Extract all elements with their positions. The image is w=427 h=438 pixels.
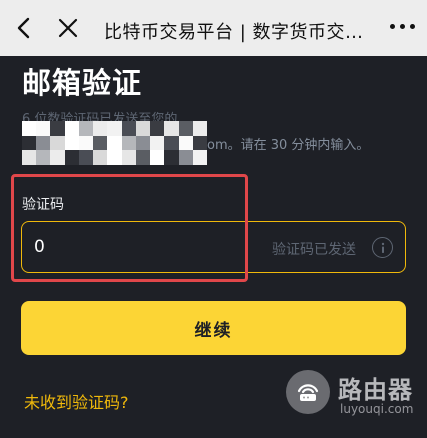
- watermark: 路由器 luyouqi.com: [286, 362, 416, 422]
- highlight-annotation: [11, 174, 248, 282]
- watermark-name: 路由器: [338, 376, 413, 404]
- resend-code-link[interactable]: 未收到验证码?: [24, 389, 129, 413]
- router-logo-icon: [286, 370, 330, 414]
- masked-email: [22, 121, 207, 165]
- code-expiry-notice: om。请在 30 分钟内输入。: [207, 138, 370, 153]
- code-sent-status: 验证码已发送: [272, 242, 356, 258]
- chevron-left-icon[interactable]: [10, 14, 38, 42]
- continue-button[interactable]: 继续: [21, 301, 406, 355]
- page-title: 比特币交易平台 | 数字货币交…: [104, 22, 364, 43]
- close-icon[interactable]: [54, 14, 82, 42]
- info-icon[interactable]: [372, 237, 393, 258]
- top-navbar: 比特币交易平台 | 数字货币交…: [0, 0, 427, 56]
- page: 比特币交易平台 | 数字货币交… 邮箱验证 6 位数验证码已发送至您的 om。请…: [0, 0, 427, 438]
- watermark-url: luyouqi.com: [340, 402, 414, 416]
- verification-heading: 邮箱验证: [22, 66, 143, 100]
- more-dots-icon[interactable]: [390, 24, 415, 29]
